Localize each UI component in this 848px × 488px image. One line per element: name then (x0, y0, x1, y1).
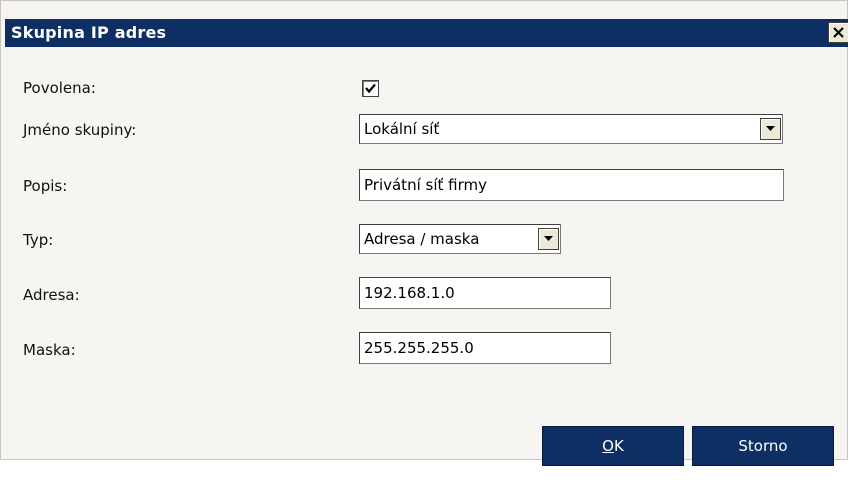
enabled-label: Povolena: (23, 79, 96, 97)
ok-mnemonic: O (602, 437, 614, 455)
description-value: Privátní síť firmy (364, 176, 487, 194)
description-label: Popis: (23, 177, 68, 195)
chevron-down-icon (544, 236, 553, 241)
close-icon (833, 27, 844, 38)
address-label: Adresa: (23, 286, 80, 304)
mask-label: Maska: (23, 341, 76, 359)
description-input[interactable]: Privátní síť firmy (359, 169, 784, 201)
mask-input[interactable]: 255.255.255.0 (359, 332, 611, 364)
enabled-checkbox[interactable] (362, 80, 379, 97)
ok-label-rest: K (613, 437, 624, 455)
ok-button[interactable]: OK (542, 426, 684, 466)
mask-value: 255.255.255.0 (364, 339, 474, 357)
cancel-button[interactable]: Storno (692, 426, 834, 466)
type-value: Adresa / maska (364, 230, 480, 248)
group-name-value: Lokální síť (364, 120, 440, 138)
type-label: Typ: (23, 231, 54, 249)
checkmark-icon (365, 83, 376, 94)
cancel-label: Storno (738, 437, 788, 455)
ip-group-dialog: Skupina IP adres Povolena: Jméno skupiny… (0, 0, 848, 466)
type-combobox[interactable]: Adresa / maska (359, 224, 561, 254)
chevron-down-icon (766, 126, 775, 131)
address-input[interactable]: 192.168.1.0 (359, 277, 611, 309)
dialog-title: Skupina IP adres (11, 23, 167, 42)
title-bar[interactable]: Skupina IP adres (5, 19, 848, 47)
close-button[interactable] (828, 22, 848, 43)
group-name-dropdown-button[interactable] (760, 118, 781, 140)
type-dropdown-button[interactable] (538, 228, 559, 250)
address-value: 192.168.1.0 (364, 284, 455, 302)
group-name-combobox[interactable]: Lokální síť (359, 114, 783, 144)
group-name-label: Jméno skupiny: (23, 121, 137, 139)
